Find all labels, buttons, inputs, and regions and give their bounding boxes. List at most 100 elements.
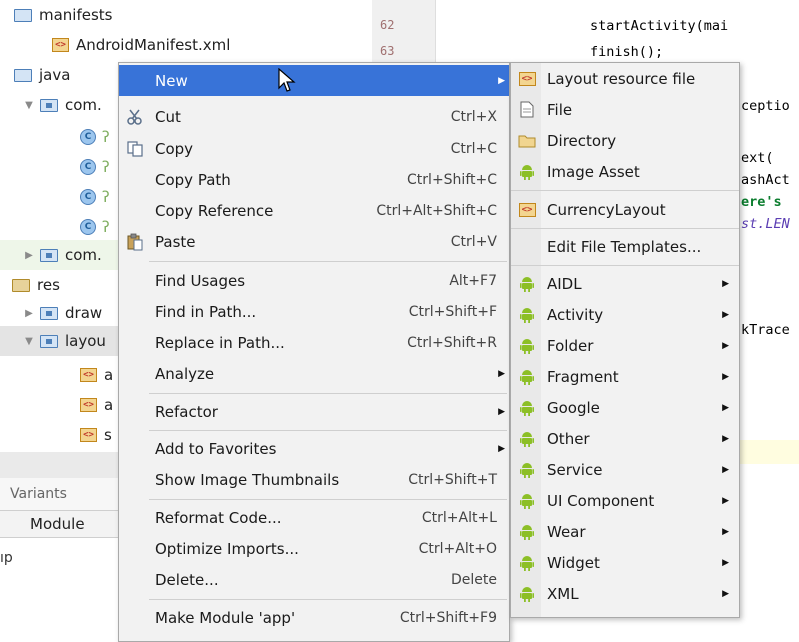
menu-item-label: New [155, 71, 188, 90]
code-line[interactable]: ashAct [741, 172, 790, 188]
build-variants-title[interactable]: Variants [10, 486, 67, 502]
submenu-item-label: AIDL [547, 274, 582, 293]
tree-node-class[interactable]: C ʔ [80, 212, 110, 242]
tree-node-layout-file[interactable]: <> s [80, 420, 112, 450]
menu-item-new[interactable]: New ▶ [119, 65, 509, 96]
tree-node-class[interactable]: C ʔ [80, 182, 110, 212]
code-line[interactable]: startActivity(mai [590, 18, 728, 34]
menu-item-find-usages[interactable]: Find Usages Alt+F7 [119, 265, 509, 296]
submenu-item-image-asset[interactable]: Image Asset [511, 156, 739, 187]
class-icon: C [80, 159, 96, 175]
tree-node-label: com. [65, 96, 102, 114]
tree-node-label: com. [65, 246, 102, 264]
submenu-item-activity[interactable]: Activity ▶ [511, 299, 739, 330]
menu-item-optimize-imports[interactable]: Optimize Imports... Ctrl+Alt+O [119, 533, 509, 564]
tree-node-java[interactable]: java [14, 60, 70, 90]
code-line[interactable]: ceptio [741, 98, 790, 114]
menu-item-replace-in-path[interactable]: Replace in Path... Ctrl+Shift+R [119, 327, 509, 358]
submenu-item-fragment[interactable]: Fragment ▶ [511, 361, 739, 392]
menu-item-copy-path[interactable]: Copy Path Ctrl+Shift+C [119, 164, 509, 195]
tree-node-label: layou [65, 332, 106, 350]
submenu-item-other[interactable]: Other ▶ [511, 423, 739, 454]
submenu-item-widget[interactable]: Widget ▶ [511, 547, 739, 578]
menu-item-paste[interactable]: Paste Ctrl+V [119, 226, 509, 257]
menu-separator [149, 261, 507, 262]
menu-item-find-in-path[interactable]: Find in Path... Ctrl+Shift+F [119, 296, 509, 327]
code-line[interactable]: ere's [741, 194, 782, 210]
tool-window-divider[interactable] [0, 452, 120, 478]
menu-item-show-image-thumbnails[interactable]: Show Image Thumbnails Ctrl+Shift+T [119, 464, 509, 495]
menu-item-label: Find Usages [155, 271, 246, 290]
submenu-arrow-icon: ▶ [722, 495, 729, 506]
menu-item-reformat-code[interactable]: Reformat Code... Ctrl+Alt+L [119, 502, 509, 533]
submenu-item-file[interactable]: File [511, 94, 739, 125]
code-line[interactable]: ext( [741, 150, 774, 166]
submenu-item-currency-layout[interactable]: <> CurrencyLayout [511, 194, 739, 225]
code-line[interactable]: st.LEN [741, 216, 790, 232]
tree-node-drawable[interactable]: ▶ draw [22, 298, 102, 328]
android-icon [516, 305, 538, 325]
android-icon [516, 553, 538, 573]
menu-item-add-to-favorites[interactable]: Add to Favorites ▶ [119, 433, 509, 464]
menu-item-analyze[interactable]: Analyze ▶ [119, 358, 509, 389]
package-icon [40, 98, 58, 112]
submenu-item-google[interactable]: Google ▶ [511, 392, 739, 423]
tree-node-label: s [104, 426, 112, 444]
expand-arrow-icon[interactable]: ▶ [22, 308, 36, 319]
tree-node-android-manifest[interactable]: <> AndroidManifest.xml [52, 30, 230, 60]
submenu-item-layout-resource-file[interactable]: <> Layout resource file [511, 63, 739, 94]
expand-arrow-icon[interactable]: ▼ [22, 100, 36, 111]
tree-node-label: ʔ [102, 218, 110, 236]
tree-node-package[interactable]: ▶ com. [0, 240, 120, 270]
folder-icon [14, 68, 32, 82]
submenu-item-label: Edit File Templates... [547, 237, 702, 256]
submenu-separator [511, 190, 739, 191]
context-menu: New ▶ Cut Ctrl+X Copy Ctrl+C Copy Path C… [118, 62, 510, 642]
submenu-item-label: Wear [547, 522, 586, 541]
android-icon [516, 367, 538, 387]
tree-node-layout-file[interactable]: <> a [80, 390, 113, 420]
code-line[interactable]: kTrace [741, 322, 790, 338]
submenu-separator [511, 228, 739, 229]
submenu-item-xml[interactable]: XML ▶ [511, 578, 739, 609]
tree-node-package[interactable]: ▼ com. [22, 90, 102, 120]
tree-node-label: res [37, 276, 60, 294]
code-line[interactable]: finish(); [590, 44, 663, 60]
expand-arrow-icon[interactable]: ▶ [22, 250, 36, 261]
menu-item-cut[interactable]: Cut Ctrl+X [119, 101, 509, 132]
menu-item-shortcut: Ctrl+Shift+C [407, 171, 497, 188]
menu-item-label: Analyze [155, 364, 215, 383]
menu-item-label: Copy Path [155, 170, 231, 189]
tree-node-layout-file[interactable]: <> a [80, 360, 113, 390]
menu-item-copy[interactable]: Copy Ctrl+C [119, 133, 509, 164]
tree-node-label: ʔ [102, 188, 110, 206]
menu-item-make-module[interactable]: Make Module 'app' Ctrl+Shift+F9 [119, 602, 509, 633]
submenu-item-ui-component[interactable]: UI Component ▶ [511, 485, 739, 516]
menu-item-label: Reformat Code... [155, 508, 282, 527]
module-value[interactable]: ıp [0, 550, 13, 566]
menu-item-shortcut: Ctrl+Alt+L [421, 509, 497, 526]
menu-item-refactor[interactable]: Refactor ▶ [119, 396, 509, 427]
tree-node-label: draw [65, 304, 103, 322]
tree-node-res[interactable]: res [12, 270, 60, 300]
submenu-item-directory[interactable]: Directory [511, 125, 739, 156]
xml-file-icon: <> [52, 38, 69, 52]
tree-node-class[interactable]: C ʔ [80, 152, 110, 182]
menu-item-label: Delete... [155, 570, 219, 589]
menu-item-delete[interactable]: Delete... Delete [119, 564, 509, 595]
submenu-item-wear[interactable]: Wear ▶ [511, 516, 739, 547]
tree-node-class[interactable]: C ʔ [80, 122, 110, 152]
submenu-item-edit-file-templates[interactable]: Edit File Templates... [511, 231, 739, 262]
submenu-arrow-icon: ▶ [498, 368, 505, 379]
expand-arrow-icon[interactable]: ▼ [22, 336, 36, 347]
submenu-item-label: XML [547, 584, 579, 603]
submenu-item-label: Other [547, 429, 590, 448]
submenu-item-service[interactable]: Service ▶ [511, 454, 739, 485]
submenu-item-label: Google [547, 398, 600, 417]
menu-item-copy-reference[interactable]: Copy Reference Ctrl+Alt+Shift+C [119, 195, 509, 226]
submenu-item-aidl[interactable]: AIDL ▶ [511, 268, 739, 299]
tree-node-layout[interactable]: ▼ layou [0, 326, 120, 356]
tree-node-manifests[interactable]: manifests [14, 0, 113, 30]
submenu-arrow-icon: ▶ [722, 371, 729, 382]
submenu-item-folder[interactable]: Folder ▶ [511, 330, 739, 361]
